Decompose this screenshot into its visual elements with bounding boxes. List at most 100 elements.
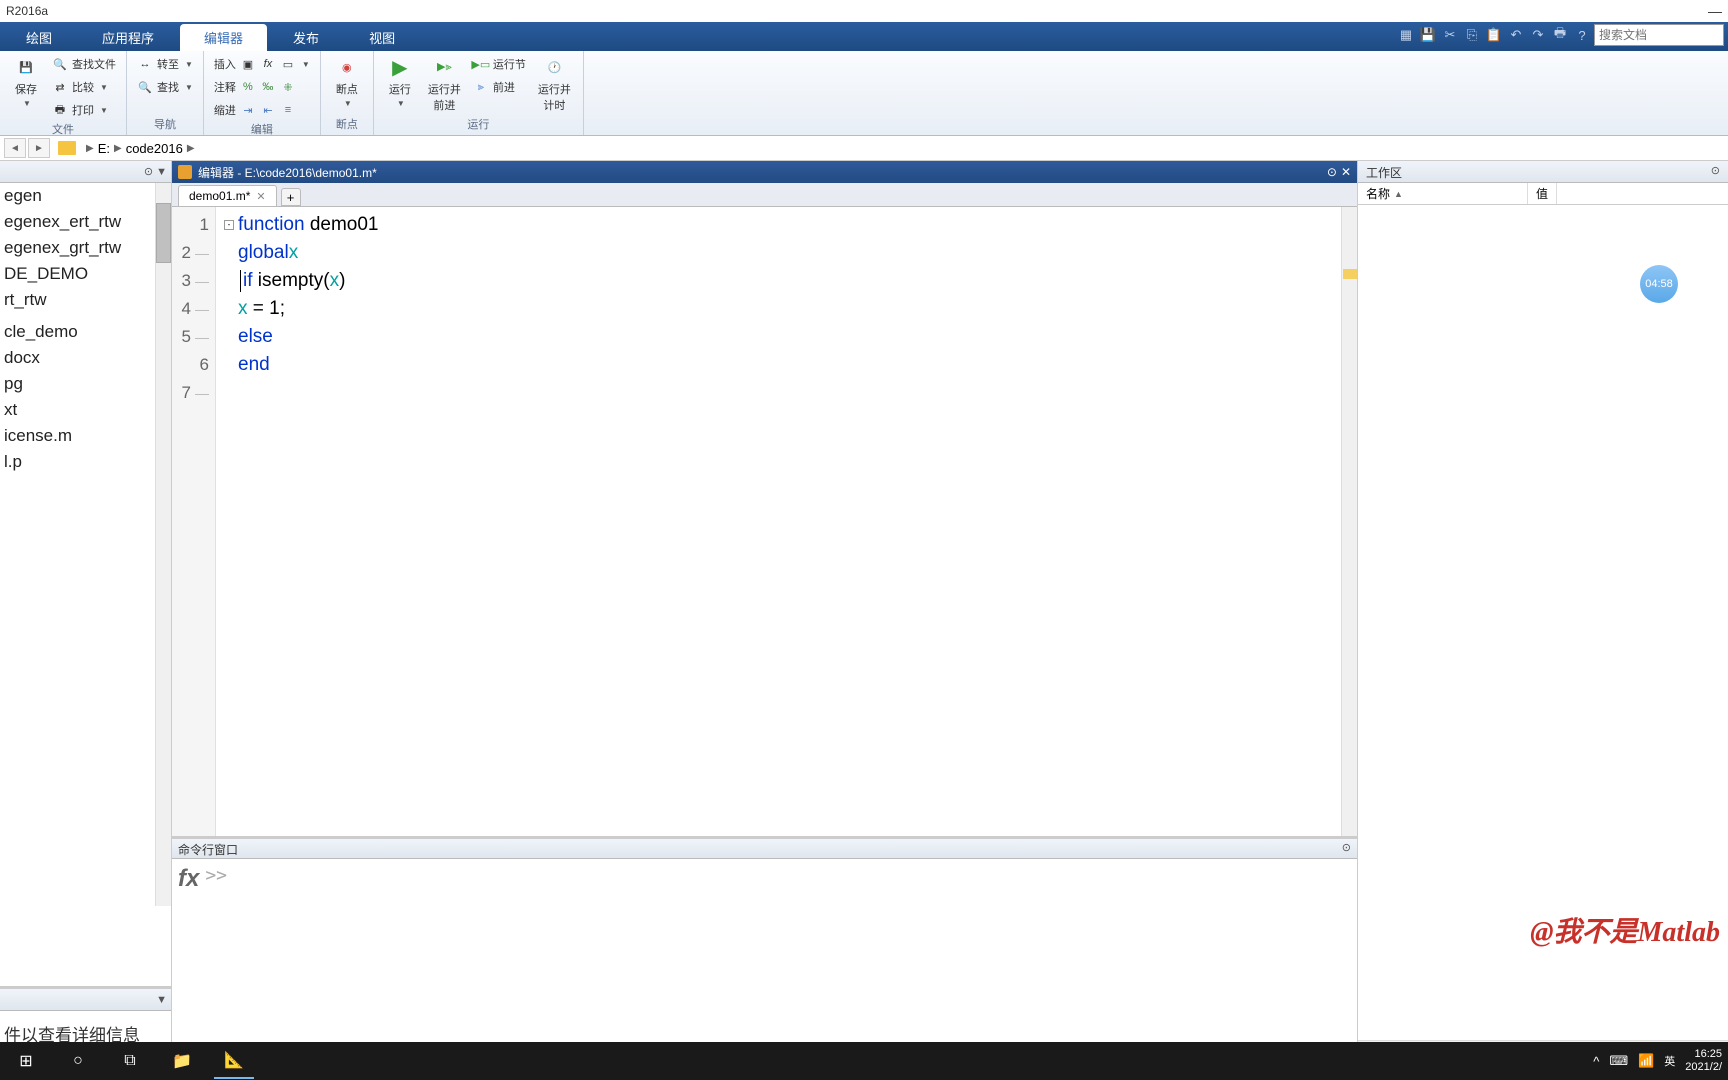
workspace-body[interactable]: 04:58 @我不是Matlab: [1358, 205, 1728, 1040]
list-item[interactable]: DE_DEMO: [0, 261, 171, 287]
taskbar: ⊞ ○ ⧉ 📁 📐 ^ ⌨ 📶 英 16:25 2021/2/: [0, 1042, 1728, 1080]
comment-button[interactable]: 注释 % ‰ ⁜: [210, 76, 314, 98]
align-icon: ≡: [280, 102, 296, 118]
list-item[interactable]: l.p: [0, 449, 171, 475]
tab-plot[interactable]: 绘图: [2, 24, 76, 51]
indent-button[interactable]: 缩进 ⇥ ⇤ ≡: [210, 99, 314, 121]
tab-publish[interactable]: 发布: [269, 24, 343, 51]
detail-collapse-icon[interactable]: ▼: [156, 994, 167, 1006]
list-item[interactable]: docx: [0, 345, 171, 371]
editor-tab[interactable]: demo01.m* ✕: [178, 185, 277, 206]
goto-icon: ↔: [137, 56, 153, 72]
redo-icon[interactable]: ↷: [1528, 25, 1548, 45]
close-icon[interactable]: ✕: [256, 190, 265, 203]
start-button[interactable]: ⊞: [6, 1043, 46, 1079]
save-button[interactable]: 💾 保存 ▼: [6, 53, 46, 110]
main-area: ⊙ ▼ egenegenex_ert_rtwegenex_grt_rtwDE_D…: [0, 161, 1728, 1056]
comment-toggle-icon: ⁜: [280, 79, 296, 95]
tray-chevron-icon[interactable]: ^: [1593, 1054, 1599, 1069]
col-value[interactable]: 值: [1528, 183, 1557, 204]
cmd-body[interactable]: fx >>: [172, 859, 1357, 1056]
list-item[interactable]: egen: [0, 183, 171, 209]
compare-icon: ⇄: [52, 79, 68, 95]
copy-icon[interactable]: ⎘: [1462, 25, 1482, 45]
section-icon: ▶▭: [473, 56, 489, 72]
group-run-label: 运行: [380, 116, 577, 133]
cmd-dropdown-icon[interactable]: ⊙: [1342, 841, 1351, 856]
workspace-dropdown-icon[interactable]: ⊙: [1711, 164, 1720, 179]
path-fwd-button[interactable]: ►: [28, 138, 50, 158]
pathbar: ◄ ► ▶ E: ▶ code2016 ▶: [0, 136, 1728, 161]
list-item[interactable]: rt_rtw: [0, 287, 171, 313]
advance-button[interactable]: ⫸前进: [469, 76, 530, 98]
run-section-button[interactable]: ▶▭运行节: [469, 53, 530, 75]
path-folder[interactable]: code2016: [126, 141, 183, 156]
col-name[interactable]: 名称▲: [1358, 183, 1528, 204]
outdent-icon: ⇤: [260, 102, 276, 118]
panel-dropdown-icon[interactable]: ⊙ ▼: [144, 165, 167, 178]
file-list[interactable]: egenegenex_ert_rtwegenex_grt_rtwDE_DEMOr…: [0, 183, 171, 986]
fx-icon[interactable]: fx: [178, 865, 199, 1050]
tab-apps[interactable]: 应用程序: [78, 24, 178, 51]
breakpoints-button[interactable]: ◉ 断点 ▼: [327, 53, 367, 110]
layout-icon[interactable]: ▦: [1396, 25, 1416, 45]
help-icon[interactable]: ?: [1572, 25, 1592, 45]
save-quick-icon[interactable]: 💾: [1418, 25, 1438, 45]
editor-body[interactable]: 12 —3 —4 —5 —67 — -function demo01 globa…: [172, 207, 1357, 836]
matlab-taskbar-button[interactable]: 📐: [214, 1043, 254, 1079]
watermark: @我不是Matlab: [1530, 910, 1720, 950]
chevron-right-icon: ▶: [114, 143, 122, 154]
findfiles-button[interactable]: 🔍查找文件: [48, 53, 120, 75]
printer-icon[interactable]: 🖶: [1550, 25, 1570, 45]
cortana-button[interactable]: ○: [58, 1043, 98, 1079]
left-scrollbar[interactable]: [155, 183, 171, 906]
insert-button[interactable]: 插入 ▣ fx ▭▼: [210, 53, 314, 75]
find-button[interactable]: 🔍查找▼: [133, 76, 197, 98]
list-item[interactable]: xt: [0, 397, 171, 423]
list-item[interactable]: pg: [0, 371, 171, 397]
editor-close-icon[interactable]: ✕: [1341, 165, 1351, 179]
chevron-right-icon: ▶: [86, 143, 94, 154]
search-input[interactable]: [1594, 24, 1724, 46]
print-button[interactable]: 🖶打印▼: [48, 99, 120, 121]
undo-icon[interactable]: ↶: [1506, 25, 1526, 45]
list-item[interactable]: egenex_ert_rtw: [0, 209, 171, 235]
path-back-button[interactable]: ◄: [4, 138, 26, 158]
advance-icon: ⫸: [473, 79, 489, 95]
code-area[interactable]: -function demo01 global x if isempty(x) …: [216, 207, 1341, 836]
wifi-icon[interactable]: 📶: [1638, 1053, 1654, 1069]
ime-lang[interactable]: 英: [1664, 1053, 1675, 1069]
list-item[interactable]: egenex_grt_rtw: [0, 235, 171, 261]
minimize-button[interactable]: —: [1708, 3, 1722, 19]
chevron-down-icon: ▼: [23, 99, 31, 108]
editor-tabstrip: demo01.m* ✕ +: [172, 183, 1357, 207]
editor-title: 编辑器 - E:\code2016\demo01.m*: [198, 164, 377, 181]
ribbon: 💾 保存 ▼ 🔍查找文件 ⇄比较▼ 🖶打印▼ 文件 ↔转至▼ 🔍查找▼ 导航 插…: [0, 51, 1728, 136]
compare-button[interactable]: ⇄比较▼: [48, 76, 120, 98]
explorer-button[interactable]: 📁: [162, 1043, 202, 1079]
ime-icon[interactable]: ⌨: [1609, 1053, 1628, 1069]
list-item[interactable]: cle_demo: [0, 319, 171, 345]
cut-icon[interactable]: ✂: [1440, 25, 1460, 45]
run-advance-button[interactable]: ▶⫸ 运行并 前进: [422, 53, 467, 115]
editor-min-icon[interactable]: ⊙: [1327, 165, 1337, 179]
editor-scrollbar[interactable]: [1341, 207, 1357, 836]
paste-icon[interactable]: 📋: [1484, 25, 1504, 45]
clock[interactable]: 16:25 2021/2/: [1685, 1048, 1722, 1074]
run-time-button[interactable]: 🕐 运行并 计时: [532, 53, 577, 115]
run-button[interactable]: ▶ 运行 ▼: [380, 53, 420, 110]
goto-button[interactable]: ↔转至▼: [133, 53, 197, 75]
app-title: R2016a: [6, 4, 48, 18]
group-file-label: 文件: [6, 121, 120, 138]
tab-editor[interactable]: 编辑器: [180, 24, 267, 51]
list-item[interactable]: icense.m: [0, 423, 171, 449]
workspace-title: 工作区: [1366, 164, 1402, 179]
path-drive[interactable]: E:: [98, 141, 110, 156]
tab-view[interactable]: 视图: [345, 24, 419, 51]
taskview-button[interactable]: ⧉: [110, 1043, 150, 1079]
group-bp-label: 断点: [327, 116, 367, 133]
timer-badge: 04:58: [1640, 265, 1678, 303]
group-nav-label: 导航: [133, 116, 197, 133]
add-tab-button[interactable]: +: [281, 188, 301, 206]
cmd-prompt: >>: [205, 865, 227, 1050]
